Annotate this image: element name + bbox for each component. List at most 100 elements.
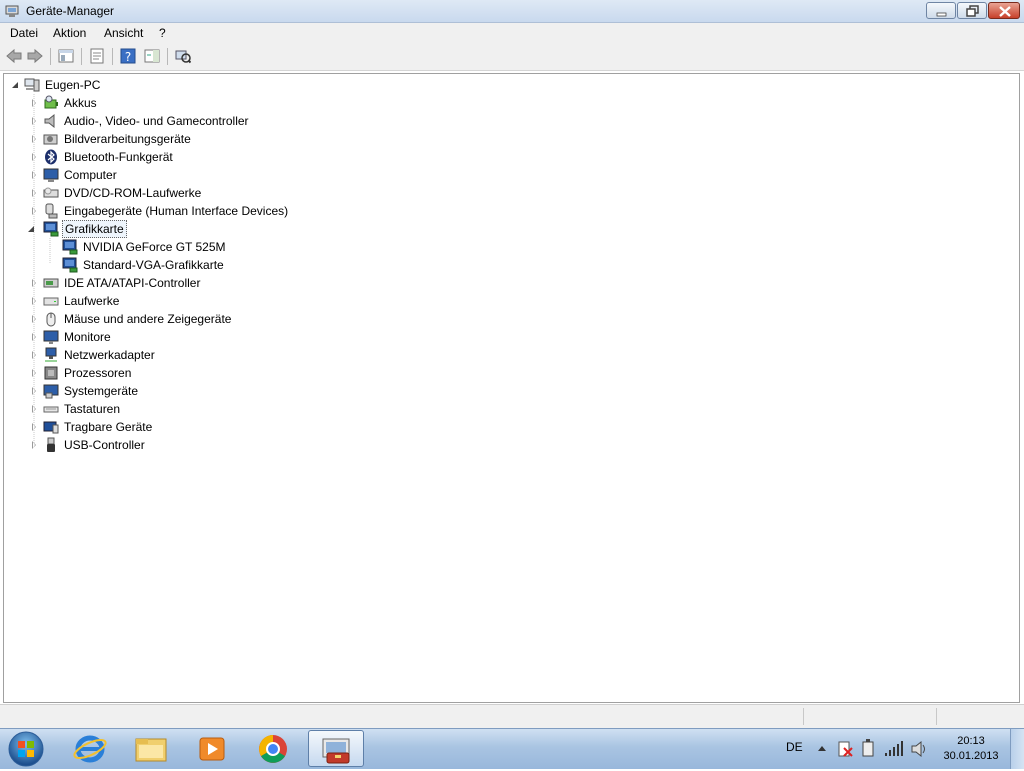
expand-arrow-icon[interactable] [32,117,36,125]
tree-category[interactable]: Netzwerkadapter [4,346,404,364]
tree-root-label: Eugen-PC [45,78,101,92]
tree-category[interactable]: DVD/CD-ROM-Laufwerke [4,184,404,202]
display-adapter-icon [62,257,78,273]
portable-device-icon [43,421,59,434]
tree-category-label: Akkus [64,96,97,110]
taskbar-app[interactable] [62,730,118,767]
tree-category-label: Grafikkarte [62,220,127,238]
expand-arrow-icon[interactable] [32,423,36,431]
tree-category-label: Eingabegeräte (Human Interface Devices) [64,204,289,218]
volume-icon [911,740,925,758]
device-tree-pane[interactable]: Eugen-PC Akkus Audio-, Video- und Gameco… [3,73,1020,703]
tree-category[interactable]: Computer [4,166,404,184]
expand-arrow-icon[interactable] [32,207,36,215]
expand-arrow-icon[interactable] [32,405,36,413]
tree-category[interactable]: Grafikkarte [4,220,404,238]
device-manager-icon [322,738,350,764]
expand-arrow-icon[interactable] [32,99,36,107]
dvd-drive-icon [43,187,59,198]
tree-category-label: Systemgeräte [64,384,139,398]
tree-category[interactable]: Tragbare Geräte [4,418,404,436]
tree-category-label: Netzwerkadapter [64,348,155,362]
console-tree-icon[interactable] [58,48,74,64]
clock[interactable]: 20:13 30.01.2013 [940,734,1002,764]
close-button[interactable] [988,2,1020,19]
back-icon[interactable] [6,48,22,64]
display-adapter-icon [62,239,78,255]
tree-category-label: DVD/CD-ROM-Laufwerke [64,186,202,200]
expand-arrow-icon[interactable] [32,153,36,161]
tree-device[interactable]: NVIDIA GeForce GT 525M [4,238,404,256]
collapse-arrow-icon[interactable] [28,226,34,232]
show-hidden-icons-icon [818,746,826,751]
menu-help[interactable]: ? [159,26,166,40]
disk-drive-icon [43,297,59,306]
action-center-icon [838,741,853,757]
tree-device[interactable]: Standard-VGA-Grafikkarte [4,256,404,274]
tree-category[interactable]: Eingabegeräte (Human Interface Devices) [4,202,404,220]
tree-category[interactable]: Mäuse und andere Zeigegeräte [4,310,404,328]
expand-arrow-icon[interactable] [32,171,36,179]
mouse-icon [46,312,56,327]
expand-arrow-icon[interactable] [32,279,36,287]
expand-arrow-icon[interactable] [32,369,36,377]
clock-date: 30.01.2013 [943,750,999,762]
menu-ansicht[interactable]: Ansicht [104,26,143,40]
network-signal-icon [885,741,903,756]
tree-category-label: Laufwerke [64,294,120,308]
language-indicator[interactable]: DE [786,740,803,754]
tree-category[interactable]: Bildverarbeitungsgeräte [4,130,404,148]
tree-category[interactable]: USB-Controller [4,436,404,454]
taskbar-app[interactable] [245,730,301,767]
title-bar: Geräte-Manager [0,0,1024,23]
restore-button[interactable] [957,2,987,19]
tree-category[interactable]: IDE ATA/ATAPI-Controller [4,274,404,292]
tree-category[interactable]: Tastaturen [4,400,404,418]
tree-category-label: Monitore [64,330,111,344]
tree-category[interactable]: Prozessoren [4,364,404,382]
expand-arrow-icon[interactable] [32,387,36,395]
help-icon[interactable]: ? [120,48,136,64]
ide-controller-icon [43,278,59,288]
expand-arrow-icon[interactable] [32,315,36,323]
expand-arrow-icon[interactable] [32,189,36,197]
status-cell [936,708,937,725]
chrome-icon [259,735,287,763]
show-desktop-button[interactable] [1010,729,1024,769]
forward-icon[interactable] [27,48,43,64]
collapse-arrow-icon[interactable] [12,82,18,88]
tree-root[interactable]: Eugen-PC [4,76,304,94]
scan-hardware-icon[interactable] [175,48,191,64]
expand-arrow-icon[interactable] [32,297,36,305]
tree-category[interactable]: Systemgeräte [4,382,404,400]
system-devices-icon [43,384,59,399]
tree-device-label: Standard-VGA-Grafikkarte [83,258,224,272]
status-bar [0,704,1024,729]
tree-category[interactable]: Audio-, Video- und Gamecontroller [4,112,404,130]
taskbar-app[interactable] [184,730,240,767]
start-button[interactable] [6,730,46,768]
expand-arrow-icon[interactable] [32,333,36,341]
properties-icon[interactable] [89,48,105,64]
minimize-icon [936,12,947,17]
taskbar-app-active[interactable] [308,730,364,767]
keyboard-icon [43,406,59,413]
tree-device-label: NVIDIA GeForce GT 525M [83,240,226,254]
taskbar-app[interactable] [123,730,179,767]
tree-category[interactable]: Bluetooth-Funkgerät [4,148,404,166]
expand-arrow-icon[interactable] [32,135,36,143]
minimize-button[interactable] [926,2,956,19]
menu-datei[interactable]: Datei [10,26,38,40]
system-tray [818,739,925,758]
menu-bar: Datei Aktion Ansicht ? [0,23,1024,43]
tree-category[interactable]: Akkus [4,94,404,112]
tree-category[interactable]: Laufwerke [4,292,404,310]
network-adapter-icon [45,347,57,362]
expand-arrow-icon[interactable] [32,441,36,449]
menu-aktion[interactable]: Aktion [53,26,86,40]
clock-time: 20:13 [957,735,985,747]
power-icon [862,739,874,757]
action-pane-icon[interactable] [144,48,160,64]
expand-arrow-icon[interactable] [32,351,36,359]
tree-category[interactable]: Monitore [4,328,404,346]
